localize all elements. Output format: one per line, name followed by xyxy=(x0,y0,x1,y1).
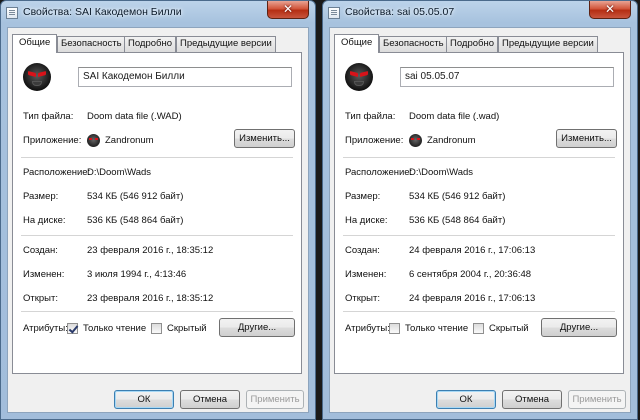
close-button[interactable]: ✕ xyxy=(589,1,631,19)
cacodemon-file-icon xyxy=(23,63,51,91)
ok-button[interactable]: ОК xyxy=(114,390,174,409)
properties-document-icon xyxy=(328,7,340,19)
dialog-body: Общие Безопасность Подробно Предыдущие в… xyxy=(329,27,631,413)
separator xyxy=(343,235,615,236)
separator xyxy=(21,235,293,236)
general-panel: SAI Какодемон Билли Тип файла: Doom data… xyxy=(12,52,302,374)
attributes-label: Атрибуты: xyxy=(23,323,68,334)
tab-general[interactable]: Общие xyxy=(12,34,58,53)
size-label: Размер: xyxy=(23,191,59,202)
created-label: Создан: xyxy=(23,245,58,256)
tab-security[interactable]: Безопасность xyxy=(57,36,126,52)
separator xyxy=(21,157,293,158)
apply-button[interactable]: Применить xyxy=(568,390,626,409)
created-value: 23 февраля 2016 г., 18:35:12 xyxy=(87,245,214,256)
location-label: Расположение: xyxy=(345,167,413,178)
size-value: 534 КБ (546 912 байт) xyxy=(87,191,184,202)
accessed-label: Открыт: xyxy=(23,293,58,304)
tab-previous-versions[interactable]: Предыдущие версии xyxy=(176,36,276,52)
application-value: Zandronum xyxy=(105,135,154,146)
file-name-field[interactable]: SAI Какодемон Билли xyxy=(78,67,292,87)
location-value: D:\Doom\Wads xyxy=(409,167,474,178)
hidden-label: Скрытый xyxy=(167,323,207,334)
application-label: Приложение: xyxy=(345,135,404,146)
location-value: D:\Doom\Wads xyxy=(87,167,152,178)
size-on-disk-value: 536 КБ (548 864 байт) xyxy=(409,215,506,226)
readonly-checkbox[interactable] xyxy=(67,323,78,334)
modified-value: 3 июля 1994 г., 4:13:46 xyxy=(87,269,187,280)
window-title: Свойства: sai 05.05.07 xyxy=(345,6,455,18)
separator xyxy=(21,311,293,312)
tab-security[interactable]: Безопасность xyxy=(379,36,448,52)
file-type-value: Doom data file (.WAD) xyxy=(87,111,182,122)
created-label: Создан: xyxy=(345,245,380,256)
tab-details[interactable]: Подробно xyxy=(446,36,498,52)
cancel-button[interactable]: Отмена xyxy=(502,390,562,409)
tab-general[interactable]: Общие xyxy=(334,34,380,53)
ok-button[interactable]: ОК xyxy=(436,390,496,409)
readonly-label: Только чтение xyxy=(83,323,147,334)
dialog-body: Общие Безопасность Подробно Предыдущие в… xyxy=(7,27,309,413)
location-label: Расположение: xyxy=(23,167,91,178)
readonly-checkbox[interactable] xyxy=(389,323,400,334)
properties-window-left: Свойства: SAI Какодемон Билли ✕ Общие Бе… xyxy=(0,0,316,420)
title-bar[interactable]: Свойства: SAI Какодемон Билли ✕ xyxy=(1,1,315,25)
hidden-checkbox[interactable] xyxy=(473,323,484,334)
change-app-button[interactable]: Изменить... xyxy=(234,129,295,148)
change-app-button[interactable]: Изменить... xyxy=(556,129,617,148)
hidden-label: Скрытый xyxy=(489,323,529,334)
size-on-disk-label: На диске: xyxy=(345,215,388,226)
created-value: 24 февраля 2016 г., 17:06:13 xyxy=(409,245,536,256)
separator xyxy=(343,311,615,312)
modified-value: 6 сентября 2004 г., 20:36:48 xyxy=(409,269,532,280)
title-bar[interactable]: Свойства: sai 05.05.07 ✕ xyxy=(323,1,637,25)
close-button[interactable]: ✕ xyxy=(267,1,309,19)
accessed-value: 23 февраля 2016 г., 18:35:12 xyxy=(87,293,214,304)
application-value: Zandronum xyxy=(427,135,476,146)
size-on-disk-value: 536 КБ (548 864 байт) xyxy=(87,215,184,226)
file-type-value: Doom data file (.wad) xyxy=(409,111,500,122)
advanced-attributes-button[interactable]: Другие... xyxy=(541,318,617,337)
attributes-label: Атрибуты: xyxy=(345,323,390,334)
properties-window-right: Свойства: sai 05.05.07 ✕ Общие Безопасно… xyxy=(322,0,638,420)
hidden-checkbox[interactable] xyxy=(151,323,162,334)
file-name-field[interactable]: sai 05.05.07 xyxy=(400,67,614,87)
tab-details[interactable]: Подробно xyxy=(124,36,176,52)
file-type-label: Тип файла: xyxy=(345,111,396,122)
file-type-label: Тип файла: xyxy=(23,111,74,122)
modified-label: Изменен: xyxy=(345,269,387,280)
application-label: Приложение: xyxy=(23,135,82,146)
zandronum-app-icon xyxy=(87,134,100,147)
apply-button[interactable]: Применить xyxy=(246,390,304,409)
size-on-disk-label: На диске: xyxy=(23,215,66,226)
cancel-button[interactable]: Отмена xyxy=(180,390,240,409)
accessed-label: Открыт: xyxy=(345,293,380,304)
readonly-label: Только чтение xyxy=(405,323,469,334)
size-value: 534 КБ (546 912 байт) xyxy=(409,191,506,202)
separator xyxy=(343,157,615,158)
properties-document-icon xyxy=(6,7,18,19)
cacodemon-file-icon xyxy=(345,63,373,91)
modified-label: Изменен: xyxy=(23,269,65,280)
tab-previous-versions[interactable]: Предыдущие версии xyxy=(498,36,598,52)
accessed-value: 24 февраля 2016 г., 17:06:13 xyxy=(409,293,536,304)
window-title: Свойства: SAI Какодемон Билли xyxy=(23,6,182,18)
zandronum-app-icon xyxy=(409,134,422,147)
advanced-attributes-button[interactable]: Другие... xyxy=(219,318,295,337)
general-panel: sai 05.05.07 Тип файла: Doom data file (… xyxy=(334,52,624,374)
size-label: Размер: xyxy=(345,191,381,202)
